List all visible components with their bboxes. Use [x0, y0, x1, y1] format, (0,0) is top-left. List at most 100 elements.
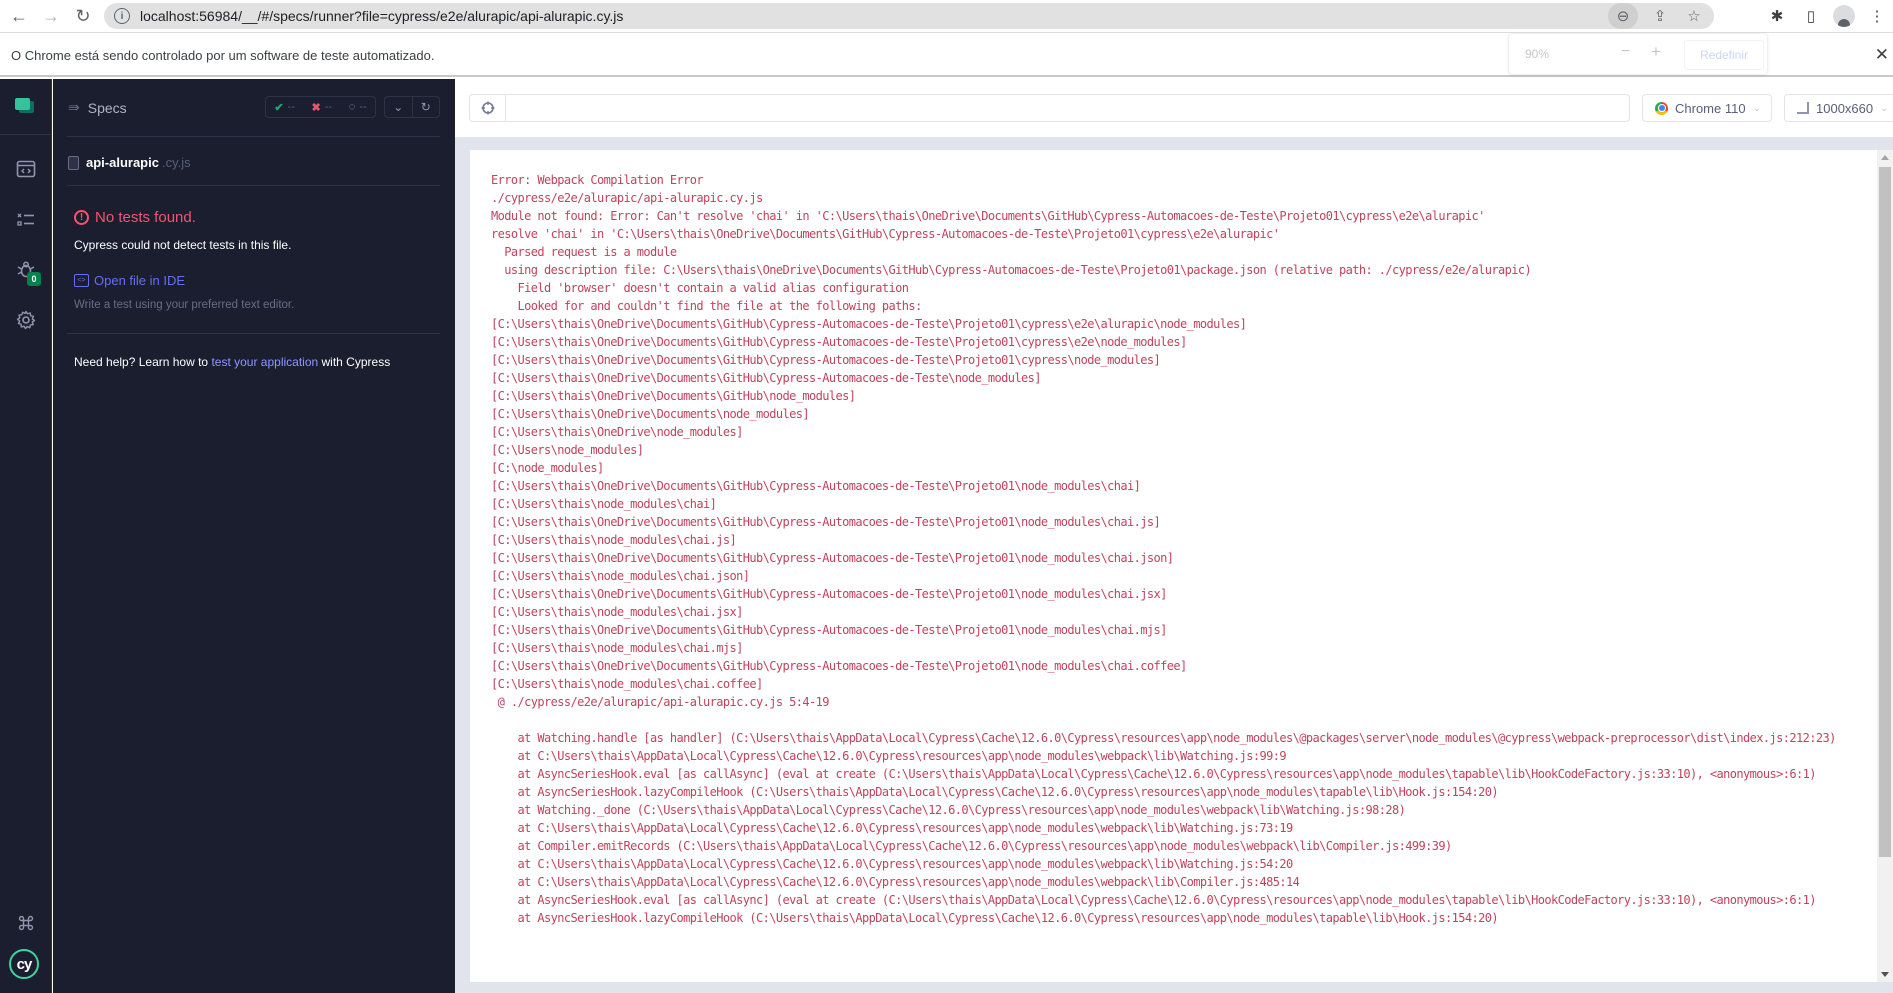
zoom-level: 90% [1525, 47, 1550, 61]
gear-icon [16, 310, 36, 330]
spec-file-name: api-alurapic [86, 155, 159, 170]
keyboard-shortcuts[interactable] [0, 905, 52, 941]
share-icon[interactable]: ⇪ [1648, 4, 1672, 28]
spec-file-ext: .cy.js [161, 155, 191, 170]
selector-playground-button[interactable] [469, 94, 505, 122]
bookmark-star-icon[interactable]: ☆ [1682, 4, 1706, 28]
stat-failed: ✖ -- [312, 101, 333, 114]
no-tests-heading: ! No tests found. [74, 209, 196, 226]
pending-count: -- [359, 101, 367, 113]
refresh-icon: ↻ [420, 100, 431, 114]
aut-stage: Error: Webpack Compilation Error ./cypre… [455, 137, 1893, 993]
runner-area: Chrome 110 ⌄ 1000x660 ⌄ Error: Webpack C… [455, 79, 1893, 993]
browser-label: Chrome 110 [1675, 100, 1746, 116]
test-stats: ✔ -- ✖ -- ◌ -- [265, 96, 376, 118]
toolbar-actions: ✱ ▯ ⋮ [1765, 3, 1893, 29]
specs-title-label: Specs [87, 99, 127, 116]
zoom-in-button[interactable]: + [1651, 42, 1661, 62]
close-icon[interactable]: ✕ [1875, 45, 1889, 65]
dropdown-button[interactable]: ⌄ [385, 97, 412, 117]
failed-count: -- [324, 101, 333, 113]
scroll-down-arrow-icon[interactable] [1881, 972, 1889, 977]
arrow-left-icon: ← [10, 5, 28, 26]
aut-iframe: Error: Webpack Compilation Error ./cypre… [470, 150, 1893, 982]
project-icon-front [15, 98, 30, 110]
no-tests-title: No tests found. [95, 209, 196, 226]
automation-message: O Chrome está sendo controlado por um so… [11, 48, 435, 63]
stat-passed: ✔ -- [274, 101, 295, 114]
viewport-selector[interactable]: 1000x660 ⌄ [1784, 94, 1893, 122]
nav-rail: 0 cy [0, 79, 52, 993]
zoom-reset-button[interactable]: Redefinir [1684, 40, 1764, 70]
collapse-arrow-icon: ⇛ [68, 99, 80, 115]
nav-settings[interactable] [0, 302, 52, 338]
write-test-hint: Write a test using your preferred text e… [74, 299, 295, 311]
pending-icon: ◌ [348, 101, 356, 113]
help-divider [67, 333, 440, 334]
nav-runs[interactable] [0, 202, 52, 238]
profile-avatar[interactable] [1833, 5, 1855, 27]
stat-pending: ◌ -- [349, 101, 367, 113]
spec-file-item[interactable]: api-alurapic .cy.js [68, 155, 191, 170]
forward-button[interactable]: → [38, 3, 64, 29]
help-suffix: with Cypress [318, 355, 391, 369]
extensions-icon[interactable]: ✱ [1765, 4, 1789, 28]
specs-header: ⇛ Specs ✔ -- ✖ -- ◌ -- ⌄ ↻ [53, 79, 455, 136]
reload-icon: ↻ [75, 5, 91, 26]
webpack-error-output: Error: Webpack Compilation Error ./cypre… [491, 173, 1836, 925]
file-divider [67, 185, 440, 186]
command-key-icon [18, 915, 34, 931]
chevron-down-icon: ⌄ [1880, 102, 1889, 114]
browser-toolbar: ← → ↻ i localhost:56984/__/#/specs/runne… [0, 0, 1893, 32]
omnibox-actions: ⊖ ⇪ ☆ [1608, 3, 1706, 29]
document-icon [68, 155, 79, 170]
runs-list-icon [17, 213, 34, 226]
code-window-icon: <> [74, 274, 89, 287]
x-icon: ✖ [311, 101, 321, 114]
specs-title[interactable]: ⇛ Specs [68, 99, 127, 116]
back-button[interactable]: ← [6, 3, 32, 29]
test-your-application-link[interactable]: test your application [211, 355, 318, 369]
url-text[interactable]: localhost:56984/__/#/specs/runner?file=c… [140, 8, 623, 24]
aut-url-input[interactable] [505, 94, 1630, 122]
rerun-button[interactable]: ↻ [411, 97, 440, 117]
nav-debug[interactable]: 0 [0, 252, 52, 288]
open-in-ide-label: Open file in IDE [94, 273, 186, 288]
specs-panel: ⇛ Specs ✔ -- ✖ -- ◌ -- ⌄ ↻ api-alurapic .cy… [53, 79, 455, 993]
no-tests-description: Cypress could not detect tests in this f… [74, 238, 292, 252]
alert-circle-icon: ! [74, 210, 89, 225]
arrow-right-icon: → [42, 5, 60, 26]
check-icon: ✔ [274, 101, 284, 114]
specs-icon [16, 160, 36, 178]
ruler-icon [1797, 102, 1809, 114]
zoom-icon[interactable]: ⊖ [1608, 3, 1638, 29]
browser-selector[interactable]: Chrome 110 ⌄ [1642, 94, 1772, 122]
cypress-logo[interactable]: cy [9, 949, 39, 979]
help-prefix: Need help? Learn how to [74, 355, 212, 369]
nav-specs[interactable] [0, 151, 52, 187]
crosshair-icon [481, 101, 494, 115]
cypress-app: 0 cy ⇛ Specs ✔ -- ✖ -- ◌ -- ⌄ ↻ api-alur… [0, 79, 1893, 993]
address-bar[interactable]: i localhost:56984/__/#/specs/runner?file… [104, 3, 1714, 29]
site-info-icon[interactable]: i [114, 8, 130, 24]
chrome-logo-icon [1655, 101, 1668, 115]
header-divider [67, 136, 440, 137]
zoom-popup: 90% − + Redefinir [1508, 33, 1768, 75]
menu-icon[interactable]: ⋮ [1865, 4, 1889, 28]
run-controls: ⌄ ↻ [384, 96, 440, 118]
runner-header: Chrome 110 ⌄ 1000x660 ⌄ [455, 79, 1893, 137]
chevron-down-icon: ⌄ [393, 100, 404, 114]
reload-button[interactable]: ↻ [70, 3, 96, 29]
side-panel-icon[interactable]: ▯ [1799, 4, 1823, 28]
viewport-label: 1000x660 [1816, 100, 1874, 116]
scrollbar-thumb[interactable] [1879, 167, 1891, 857]
project-logo[interactable] [0, 79, 52, 135]
help-text: Need help? Learn how to test your applic… [74, 355, 390, 369]
vertical-scrollbar[interactable] [1877, 150, 1893, 982]
open-in-ide-link[interactable]: <> Open file in IDE [74, 273, 185, 288]
zoom-out-button[interactable]: − [1621, 43, 1630, 61]
passed-count: -- [287, 101, 295, 113]
scroll-up-arrow-icon[interactable] [1881, 155, 1889, 160]
debug-badge: 0 [27, 272, 41, 286]
chevron-down-icon: ⌄ [1752, 102, 1761, 114]
